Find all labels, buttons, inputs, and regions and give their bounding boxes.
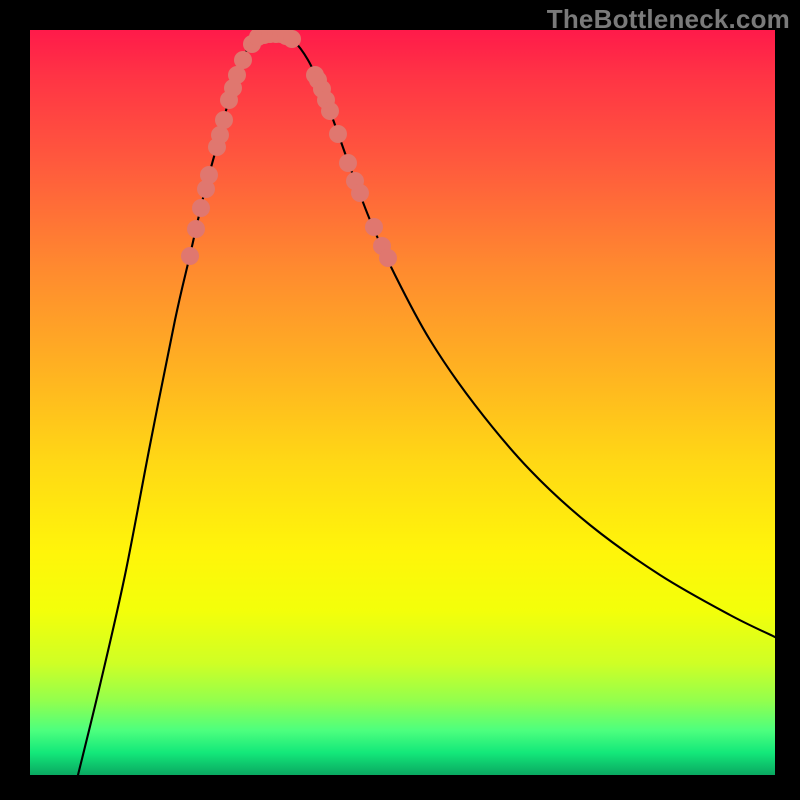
sample-dot [187,220,205,238]
sample-dot [339,154,357,172]
sample-dot [379,249,397,267]
sample-dot [321,102,339,120]
sample-dot [283,30,301,48]
chart-svg [30,30,775,775]
sample-dot [329,125,347,143]
sample-dot [351,184,369,202]
sample-dots-group [181,30,397,267]
sample-dot [181,247,199,265]
sample-dot [234,51,252,69]
sample-dot [215,111,233,129]
sample-dot [365,218,383,236]
bottleneck-curve [78,32,775,775]
chart-frame: TheBottleneck.com [0,0,800,800]
plot-area [30,30,775,775]
sample-dot [192,199,210,217]
sample-dot [200,166,218,184]
